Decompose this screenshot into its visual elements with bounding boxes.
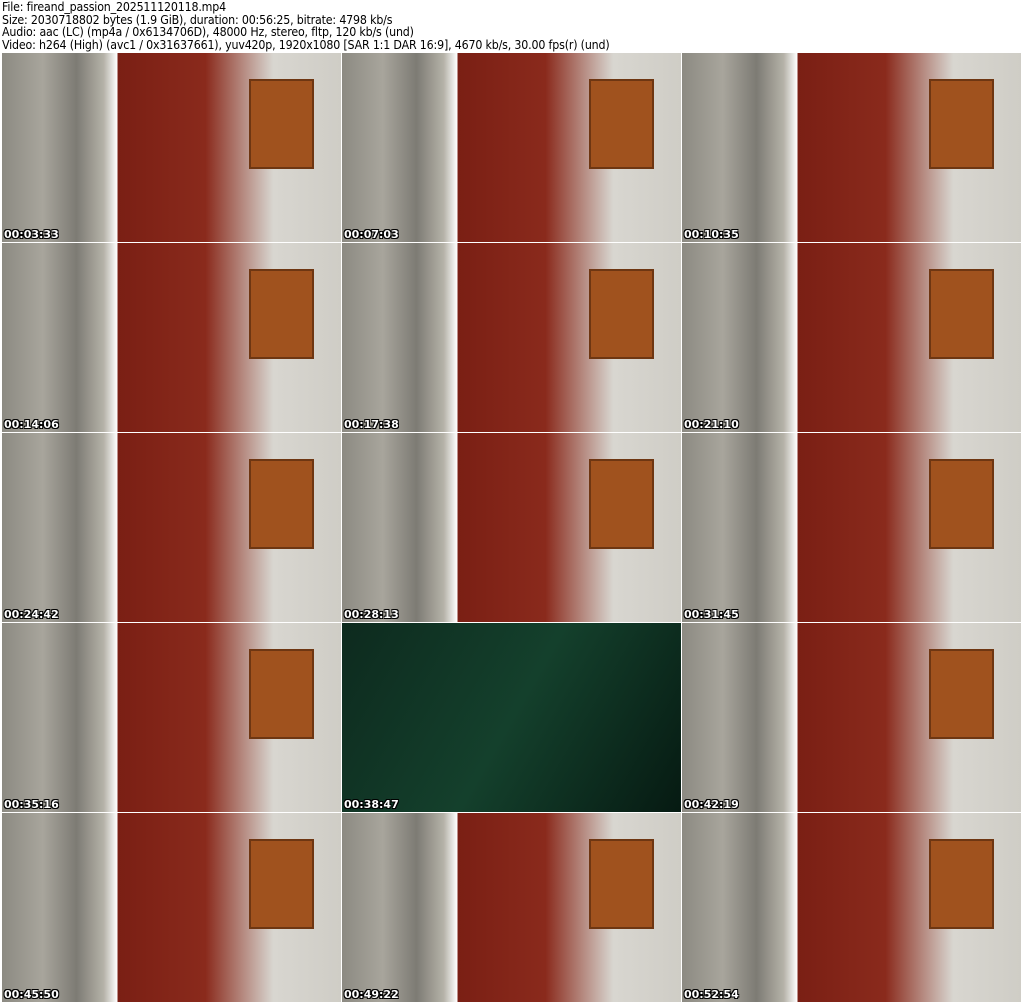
thumbnail[interactable]: 00:38:47 [342,623,681,812]
thumbnail[interactable]: 00:07:03 [342,53,681,242]
file-name: File: fireand_passion_202511120118.mp4 [2,0,226,14]
thumbnail[interactable]: 00:42:19 [682,623,1021,812]
audio-info: Audio: aac (LC) (mp4a / 0x6134706D), 480… [2,25,414,40]
thumbnail-timestamp: 00:38:47 [344,798,399,811]
thumbnail[interactable]: 00:49:22 [342,813,681,1002]
thumbnail[interactable]: 00:14:06 [2,243,341,432]
thumbnail-timestamp: 00:10:35 [684,228,739,241]
thumbnail-timestamp: 00:52:54 [684,988,739,1001]
thumbnail-grid: 00:03:33 00:07:03 00:10:35 00:14:06 00:17:38… [2,53,1022,1002]
thumbnail-timestamp: 00:31:45 [684,608,739,621]
thumbnail-timestamp: 00:14:06 [4,418,59,431]
thumbnail-timestamp: 00:28:13 [344,608,399,621]
thumbnail[interactable]: 00:17:38 [342,243,681,432]
thumbnail-timestamp: 00:17:38 [344,418,399,431]
thumbnail-timestamp: 00:42:19 [684,798,739,811]
thumbnail-timestamp: 00:07:03 [344,228,399,241]
thumbnail[interactable]: 00:28:13 [342,433,681,622]
thumbnail-timestamp: 00:49:22 [344,988,399,1001]
thumbnail[interactable]: 00:35:16 [2,623,341,812]
thumbnail[interactable]: 00:45:50 [2,813,341,1002]
thumbnail-timestamp: 00:03:33 [4,228,59,241]
thumbnail[interactable]: 00:31:45 [682,433,1021,622]
thumbnail-timestamp: 00:45:50 [4,988,59,1001]
video-info: Video: h264 (High) (avc1 / 0x31637661), … [2,37,610,52]
thumbnail-timestamp: 00:35:16 [4,798,59,811]
thumbnail[interactable]: 00:10:35 [682,53,1021,242]
thumbnail-timestamp: 00:24:42 [4,608,59,621]
file-info-header: File: fireand_passion_202511120118.mp4 Si… [2,0,610,52]
thumbnail-timestamp: 00:21:10 [684,418,739,431]
thumbnail[interactable]: 00:24:42 [2,433,341,622]
thumbnail[interactable]: 00:52:54 [682,813,1021,1002]
thumbnail[interactable]: 00:21:10 [682,243,1021,432]
thumbnail[interactable]: 00:03:33 [2,53,341,242]
